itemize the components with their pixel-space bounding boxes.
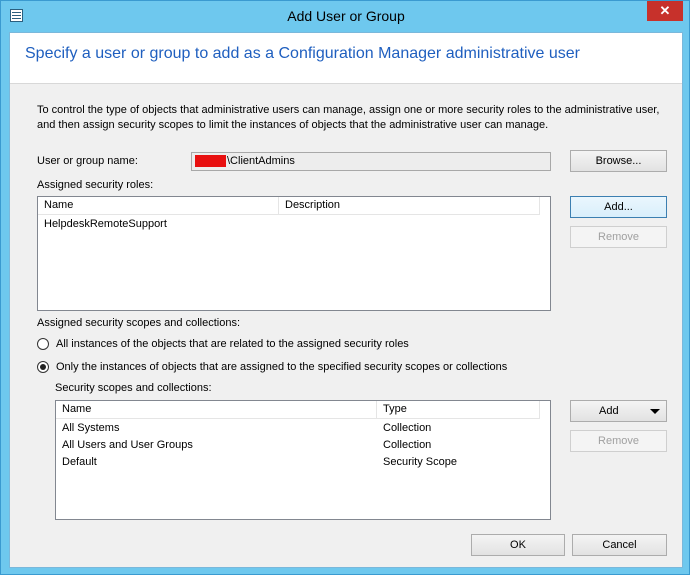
browse-button[interactable]: Browse... bbox=[570, 150, 667, 172]
scopes-col-name[interactable]: Name bbox=[56, 401, 377, 418]
roles-list[interactable]: Name Description HelpdeskRemoteSupport bbox=[37, 196, 551, 311]
scopes-list[interactable]: Name Type All Systems Collection All Use… bbox=[55, 400, 551, 520]
scope-name: Default bbox=[62, 456, 97, 468]
table-row[interactable]: Default Security Scope bbox=[56, 454, 550, 471]
header-band: Specify a user or group to add as a Conf… bbox=[10, 33, 682, 84]
dropdown-arrow-icon bbox=[650, 409, 660, 414]
window-title: Add User or Group bbox=[287, 8, 405, 24]
user-name-value: \ClientAdmins bbox=[227, 155, 295, 167]
table-row[interactable]: All Users and User Groups Collection bbox=[56, 437, 550, 454]
title-bar[interactable]: Add User or Group ✕ bbox=[1, 1, 690, 31]
add-role-button[interactable]: Add... bbox=[570, 196, 667, 218]
add-user-dialog: Add User or Group ✕ Specify a user or gr… bbox=[0, 0, 690, 575]
redacted-domain bbox=[195, 155, 226, 167]
add-scope-label: Add bbox=[599, 405, 619, 417]
scopes-list-label: Security scopes and collections: bbox=[55, 382, 212, 394]
scopes-list-header: Name Type bbox=[56, 401, 540, 419]
scope-type: Collection bbox=[383, 422, 432, 434]
roles-col-name[interactable]: Name bbox=[38, 197, 279, 214]
user-name-label: User or group name: bbox=[37, 155, 138, 167]
roles-list-header: Name Description bbox=[38, 197, 540, 215]
user-name-field[interactable]: \ClientAdmins bbox=[191, 152, 551, 171]
roles-col-description[interactable]: Description bbox=[279, 197, 540, 214]
scopes-col-type[interactable]: Type bbox=[377, 401, 540, 418]
close-button[interactable]: ✕ bbox=[647, 1, 683, 21]
radio-specific-instances-label[interactable]: Only the instances of objects that are a… bbox=[56, 361, 507, 373]
radio-all-instances[interactable] bbox=[37, 338, 49, 350]
scopes-label: Assigned security scopes and collections… bbox=[37, 317, 240, 329]
add-scope-button[interactable]: Add bbox=[570, 400, 667, 422]
dialog-body: Specify a user or group to add as a Conf… bbox=[9, 32, 683, 568]
scope-type: Collection bbox=[383, 439, 432, 451]
remove-scope-button[interactable]: Remove bbox=[570, 430, 667, 452]
scope-name: All Users and User Groups bbox=[62, 439, 193, 451]
scope-type: Security Scope bbox=[383, 456, 457, 468]
page-title: Specify a user or group to add as a Conf… bbox=[25, 45, 580, 62]
list-item[interactable]: HelpdeskRemoteSupport bbox=[38, 216, 550, 233]
radio-all-instances-label[interactable]: All instances of the objects that are re… bbox=[56, 338, 409, 350]
role-name: HelpdeskRemoteSupport bbox=[44, 218, 167, 230]
cancel-button[interactable]: Cancel bbox=[572, 534, 667, 556]
scope-name: All Systems bbox=[62, 422, 120, 434]
remove-role-button[interactable]: Remove bbox=[570, 226, 667, 248]
roles-label: Assigned security roles: bbox=[37, 179, 154, 191]
radio-specific-instances[interactable] bbox=[37, 361, 49, 373]
instructions-text: To control the type of objects that admi… bbox=[37, 104, 660, 131]
ok-button[interactable]: OK bbox=[471, 534, 565, 556]
table-row[interactable]: All Systems Collection bbox=[56, 420, 550, 437]
